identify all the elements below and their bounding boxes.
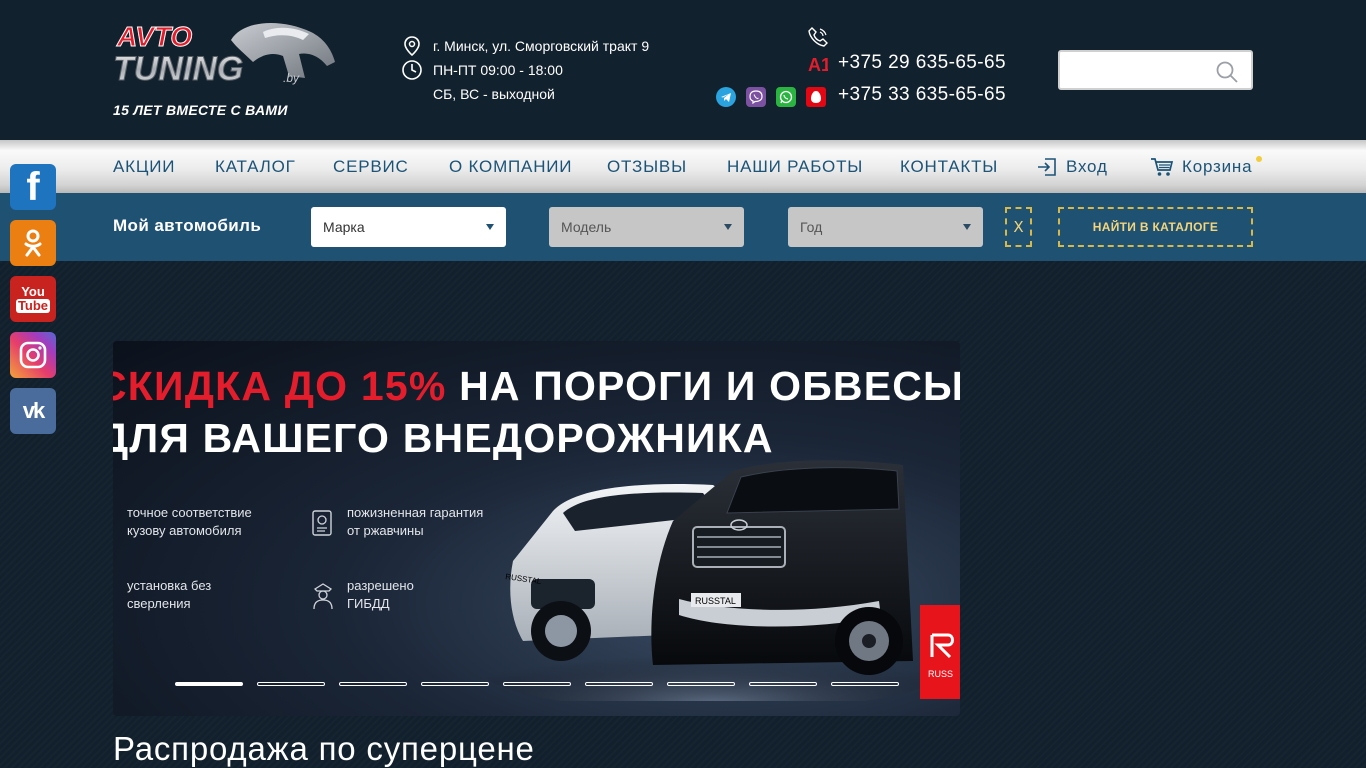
- section-title-sale: Распродажа по суперцене: [113, 730, 535, 767]
- location-pin-icon: [400, 34, 424, 58]
- svg-text:.by: .by: [283, 71, 300, 85]
- cart-indicator-dot: [1256, 156, 1262, 162]
- chevron-down-icon: [724, 224, 732, 230]
- feature-approved: разрешено ГИБДД: [347, 578, 414, 611]
- slider-dot-9[interactable]: [831, 682, 899, 686]
- contact-info: г. Минск, ул. Сморговский тракт 9 ПН-ПТ …: [400, 34, 690, 106]
- find-in-catalog-button[interactable]: НАЙТИ В КАТАЛОГЕ: [1058, 207, 1253, 247]
- slide-headline-1: СКИДКА ДО 15% НА ПОРОГИ И ОБВЕСЫ: [113, 363, 960, 409]
- youtube-icon[interactable]: You Tube: [10, 276, 56, 322]
- slider-dot-8[interactable]: [749, 682, 817, 686]
- vkontakte-icon[interactable]: vk: [10, 388, 56, 434]
- nav-item-contacts[interactable]: КОНТАКТЫ: [900, 140, 998, 193]
- slider-dot-7[interactable]: [667, 682, 735, 686]
- hours-weekdays: ПН-ПТ 09:00 - 18:00: [433, 62, 563, 78]
- login-link[interactable]: Вход: [1066, 140, 1108, 193]
- phone-number-1[interactable]: +375 29 635-65-65: [838, 52, 1006, 74]
- model-select-value: Модель: [561, 219, 612, 235]
- messenger-links: [716, 87, 826, 107]
- viber-icon[interactable]: [746, 87, 766, 107]
- hours-weekend: СБ, ВС - выходной: [433, 86, 555, 102]
- nav-item-our-works[interactable]: НАШИ РАБОТЫ: [727, 140, 863, 193]
- russtal-brand-badge: RUSS: [920, 605, 960, 699]
- site-logo[interactable]: AVTO TUNING .by 15 ЛЕТ ВМЕСТЕ С ВАМИ: [113, 18, 338, 122]
- a1-operator-icon: A1: [808, 54, 831, 75]
- reset-filter-button[interactable]: X: [1005, 207, 1032, 247]
- site-header: AVTO TUNING .by 15 ЛЕТ ВМЕСТЕ С ВАМИ г. …: [0, 0, 1366, 140]
- search-icon[interactable]: [1215, 60, 1239, 84]
- phone-number-2[interactable]: +375 33 635-65-65: [838, 84, 1006, 106]
- certificate-icon: [309, 509, 337, 539]
- chevron-down-icon: [486, 224, 494, 230]
- logo-tagline: 15 ЛЕТ ВМЕСТЕ С ВАМИ: [113, 102, 288, 118]
- search-input[interactable]: [1068, 58, 1208, 82]
- svg-text:AVTO: AVTO: [116, 21, 192, 52]
- slider-dot-3[interactable]: [339, 682, 407, 686]
- slider-pagination: [175, 682, 899, 686]
- whatsapp-icon[interactable]: [776, 87, 796, 107]
- suv-cars-image: RUSSTAL RUSSTAL: [483, 460, 923, 701]
- login-icon[interactable]: [1036, 156, 1058, 178]
- nav-item-about[interactable]: О КОМПАНИИ: [449, 140, 572, 193]
- search-box: [1058, 50, 1253, 90]
- slider-dot-5[interactable]: [503, 682, 571, 686]
- model-select[interactable]: Модель: [549, 207, 744, 247]
- feature-no-drilling: установка без сверления: [127, 578, 212, 611]
- nav-item-service[interactable]: СЕРВИС: [333, 140, 409, 193]
- car-filter-bar: Мой автомобиль Марка Модель Год X НАЙТИ …: [0, 193, 1366, 261]
- svg-text:RUSS: RUSS: [928, 669, 953, 679]
- slider-dot-4[interactable]: [421, 682, 489, 686]
- phone-block: A1 +375 29 635-65-65 +375 33 635-65-65: [716, 26, 1036, 122]
- promo-slider[interactable]: СКИДКА ДО 15% НА ПОРОГИ И ОБВЕСЫ ДЛЯ ВАШ…: [113, 341, 960, 716]
- telegram-icon[interactable]: [716, 87, 736, 107]
- svg-text:TUNING: TUNING: [113, 50, 243, 88]
- clock-icon: [400, 58, 424, 82]
- feature-warranty: пожизненная гарантия от ржавчины: [347, 505, 484, 538]
- cart-link[interactable]: Корзина: [1182, 140, 1252, 193]
- slider-dot-6[interactable]: [585, 682, 653, 686]
- year-select[interactable]: Год: [788, 207, 983, 247]
- address-text: г. Минск, ул. Сморговский тракт 9: [433, 38, 650, 54]
- make-select-value: Марка: [323, 219, 365, 235]
- slider-dot-1[interactable]: [175, 682, 243, 686]
- nav-item-catalog[interactable]: КАТАЛОГ: [215, 140, 296, 193]
- logo-graphic: AVTO TUNING .by: [113, 21, 335, 89]
- cart-icon[interactable]: [1150, 156, 1174, 178]
- nav-item-reviews[interactable]: ОТЗЫВЫ: [607, 140, 687, 193]
- make-select[interactable]: Марка: [311, 207, 506, 247]
- feature-fit: точное соответствие кузову автомобиля: [127, 505, 252, 538]
- slider-dot-2[interactable]: [257, 682, 325, 686]
- svg-text:A1: A1: [808, 55, 828, 74]
- instagram-icon[interactable]: [10, 332, 56, 378]
- svg-text:RUSSTAL: RUSSTAL: [695, 596, 736, 606]
- main-nav: АКЦИИ КАТАЛОГ СЕРВИС О КОМПАНИИ ОТЗЫВЫ Н…: [0, 140, 1366, 193]
- mts-operator-icon: [806, 87, 826, 107]
- inspector-icon: [309, 581, 337, 611]
- facebook-icon[interactable]: f: [10, 164, 56, 210]
- year-select-value: Год: [800, 219, 823, 235]
- phone-icon: [808, 26, 828, 48]
- my-car-label: Мой автомобиль: [113, 216, 262, 235]
- nav-item-promotions[interactable]: АКЦИИ: [113, 140, 175, 193]
- chevron-down-icon: [963, 224, 971, 230]
- odnoklassniki-icon[interactable]: [10, 220, 56, 266]
